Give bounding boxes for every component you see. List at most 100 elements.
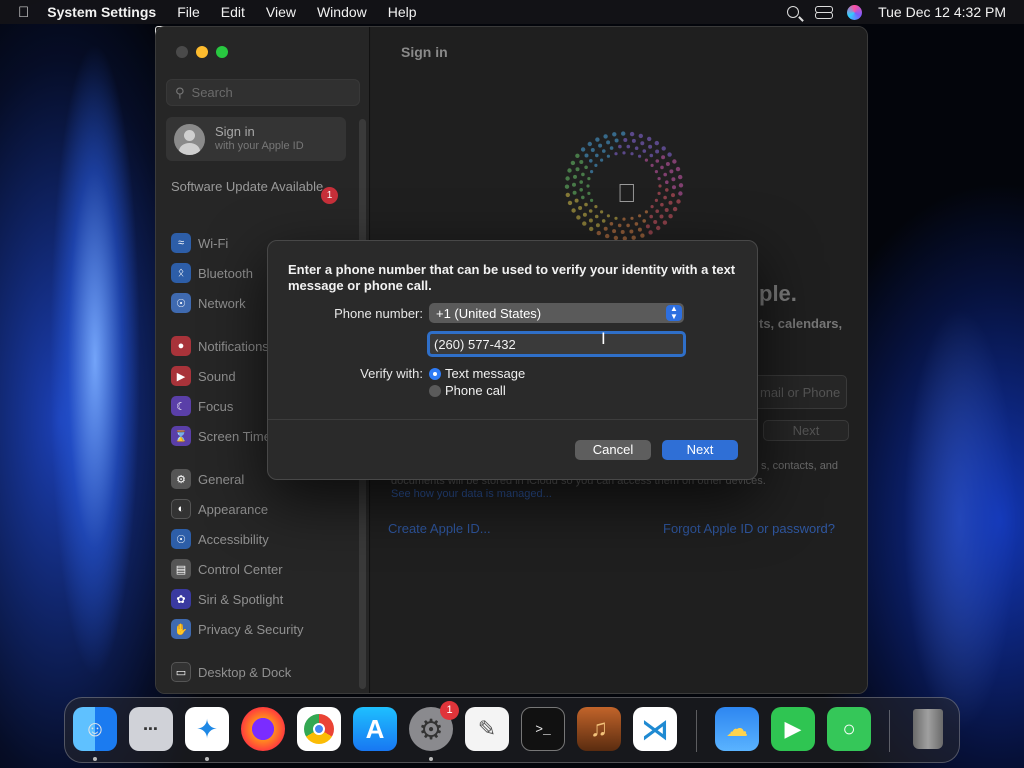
safari-icon[interactable]: ✦ <box>185 707 229 751</box>
bluetooth-icon: ᛟ <box>171 263 191 283</box>
garageband-icon[interactable]: ♫ <box>577 707 621 751</box>
hourglass-icon: ⌛ <box>171 426 191 446</box>
moon-icon: ☾ <box>171 396 191 416</box>
forgot-password-link[interactable]: Forgot Apple ID or password? <box>663 521 835 536</box>
sidebar-item-label: Appearance <box>198 501 269 517</box>
appearance-icon: ◐ <box>171 499 191 519</box>
dock-separator <box>696 710 697 752</box>
sidebar-item-label: Notifications <box>198 338 269 354</box>
create-apple-id-link[interactable]: Create Apple ID... <box>388 521 491 536</box>
weather-icon[interactable]: ☁ <box>715 707 759 751</box>
signin-title: Sign in <box>215 124 255 139</box>
phone-number-field[interactable] <box>427 331 686 357</box>
sidebar-item-label: Network <box>198 295 246 311</box>
apple-id-field-placeholder: mail or Phone <box>760 385 841 400</box>
chevron-up-down-icon: ▲ ▼ <box>666 305 682 321</box>
signin-next-label: Next <box>792 423 820 438</box>
data-managed-link[interactable]: See how your data is managed... <box>391 488 552 500</box>
apple-icon[interactable]:  <box>18 4 29 21</box>
menu-edit[interactable]: Edit <box>221 4 245 20</box>
radio-unselected-icon <box>429 384 441 397</box>
sidebar-item-label: Privacy & Security <box>198 621 304 637</box>
sidebar-item-label: Wi-Fi <box>198 235 229 251</box>
signin-headline: ple. <box>759 281 797 306</box>
phone-verification-dialog: Enter a phone number that can be used to… <box>267 240 758 480</box>
siri-icon: ✿ <box>171 589 191 609</box>
text-cursor-icon: Ⅰ <box>601 331 606 348</box>
textedit-icon[interactable]: ✎ <box>465 707 509 751</box>
running-indicator <box>205 757 209 761</box>
update-count-badge: 1 <box>321 187 338 204</box>
hand-icon: ✋ <box>171 619 191 639</box>
wifi-icon: ≈ <box>171 233 191 253</box>
launchpad-icon[interactable]: ▪▪▪ <box>129 707 173 751</box>
control-center-icon: ▤ <box>171 559 191 579</box>
terminal-glyph: >_ <box>535 721 551 737</box>
verify-with-label: Verify with: <box>360 366 423 381</box>
finder-icon[interactable]: ☺ <box>73 707 117 751</box>
search-icon: ⚲ <box>175 84 185 100</box>
radio-selected-icon <box>429 367 441 380</box>
sidebar-item-label: Desktop & Dock <box>198 664 292 680</box>
trash-icon[interactable] <box>906 707 950 751</box>
sidebar-item-label: Control Center <box>198 561 283 577</box>
sidebar-item-appearance[interactable]: ◐ Appearance <box>171 497 361 521</box>
software-update-item[interactable]: Software Update Available <box>171 179 341 195</box>
menu-window[interactable]: Window <box>317 4 367 20</box>
radio-text-message-label: Text message <box>445 366 526 381</box>
firefox-icon[interactable] <box>241 707 285 751</box>
radio-phone-call[interactable]: Phone call <box>429 383 506 398</box>
signin-body-fragment: s, contacts, and <box>761 460 839 472</box>
sidebar-item-desktop-dock[interactable]: ▭ Desktop & Dock <box>171 660 361 684</box>
apple-id-field[interactable]: mail or Phone <box>751 375 847 409</box>
facetime-icon[interactable]: ▶ <box>771 707 815 751</box>
menu-clock[interactable]: Tue Dec 12 4:32 PM <box>878 4 1006 20</box>
control-center-icon[interactable] <box>815 5 834 19</box>
sidebar-item-accessibility[interactable]: ☉ Accessibility <box>171 527 361 551</box>
spotlight-search-icon[interactable] <box>787 6 800 18</box>
terminal-icon[interactable]: >_ <box>521 707 565 751</box>
signin-next-button[interactable]: Next <box>763 420 849 441</box>
menu-file[interactable]: File <box>177 4 200 20</box>
app-store-icon[interactable]: A <box>353 707 397 751</box>
globe-icon: ☉ <box>171 293 191 313</box>
search-placeholder: Search <box>191 85 233 100</box>
menu-bar:  System Settings File Edit View Window … <box>0 0 1024 39</box>
dock-badge: 1 <box>440 701 459 720</box>
zoom-button[interactable] <box>216 46 228 58</box>
radio-text-message[interactable]: Text message <box>429 366 525 381</box>
signin-subtitle: ts, calendars, <box>759 316 843 331</box>
country-code-value: +1 (United States) <box>436 305 542 321</box>
page-title: Sign in <box>401 44 448 60</box>
chrome-icon[interactable] <box>297 707 341 751</box>
dock-separator <box>889 710 890 752</box>
cancel-button[interactable]: Cancel <box>575 440 651 460</box>
apple-logo-icon:  <box>617 178 637 209</box>
radio-phone-call-label: Phone call <box>445 383 506 398</box>
sidebar-item-label: Screen Time <box>198 428 271 444</box>
sidebar-item-siri[interactable]: ✿ Siri & Spotlight <box>171 587 361 611</box>
siri-icon[interactable] <box>847 4 863 20</box>
dialog-message: Enter a phone number that can be used to… <box>288 262 736 293</box>
sidebar-item-privacy[interactable]: ✋ Privacy & Security <box>171 617 361 641</box>
country-code-popup[interactable]: +1 (United States) ▲ ▼ <box>429 303 684 323</box>
next-button[interactable]: Next <box>662 440 738 460</box>
vscode-icon[interactable]: ⋊ <box>633 707 677 751</box>
dock-icon: ▭ <box>171 662 191 682</box>
messages-icon[interactable]: ○ <box>827 707 871 751</box>
sidebar-signin-card[interactable]: Sign in with your Apple ID <box>166 117 346 161</box>
accessibility-icon: ☉ <box>171 529 191 549</box>
sidebar-item-label: Bluetooth <box>198 265 253 281</box>
sidebar-item-label: Sound <box>198 368 236 384</box>
sidebar-item-label: General <box>198 471 245 487</box>
minimize-button[interactable] <box>196 46 208 58</box>
sidebar-item-label: Siri & Spotlight <box>198 591 284 607</box>
menu-view[interactable]: View <box>266 4 296 20</box>
menu-help[interactable]: Help <box>388 4 417 20</box>
dock: ☺ ▪▪▪ ✦ A ⚙ 1 ✎ >_ ♫ ⋊ ☁ ▶ ○ <box>64 697 960 763</box>
sidebar-item-label: Accessibility <box>198 531 269 547</box>
sidebar-search-field[interactable]: ⚲ Search <box>166 79 360 106</box>
sidebar-item-control-center[interactable]: ▤ Control Center <box>171 557 361 581</box>
menu-app-name[interactable]: System Settings <box>47 4 156 20</box>
close-button[interactable] <box>176 46 188 58</box>
